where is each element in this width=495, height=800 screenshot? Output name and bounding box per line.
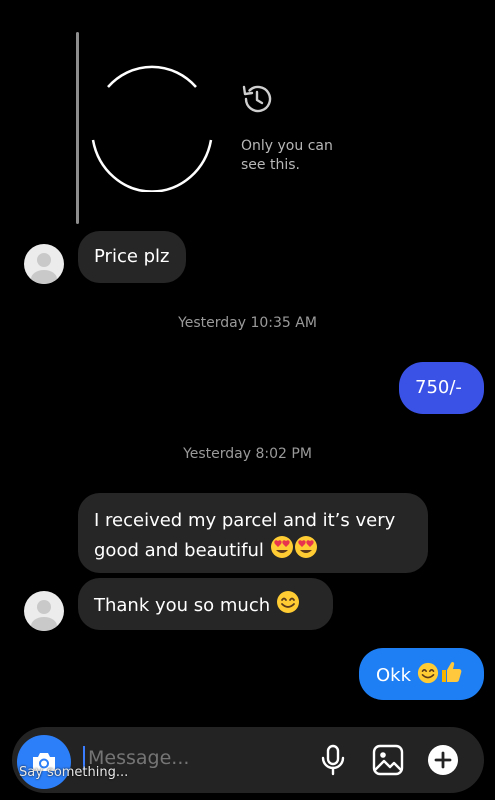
history-icon — [242, 85, 272, 113]
message-bubble-incoming[interactable]: Thank you so much — [78, 578, 333, 630]
message-bubble-incoming[interactable]: Price plz — [78, 231, 186, 283]
message-text: Price plz — [94, 246, 170, 267]
microphone-icon[interactable] — [316, 743, 350, 777]
message-text-line: I received my parcel and it’s very — [94, 510, 396, 531]
plus-icon[interactable] — [426, 743, 460, 777]
image-icon[interactable] — [371, 743, 405, 777]
say-something-overlay: Say something... — [19, 765, 129, 780]
message-bubble-incoming[interactable]: I received my parcel and it’s very good … — [78, 493, 428, 573]
story-preview[interactable] — [90, 62, 214, 192]
message-text: Okk — [376, 665, 412, 686]
story-reply-line — [76, 32, 79, 224]
message-text-line: good and beautiful — [94, 540, 264, 561]
timestamp: Yesterday 8:02 PM — [183, 446, 312, 462]
smiling-emoji-icon — [417, 662, 438, 684]
avatar[interactable] — [24, 244, 64, 284]
thumbs-up-emoji-icon — [441, 661, 462, 682]
heart-eyes-emoji-icon — [270, 536, 317, 558]
story-visibility-note: Only you can see this. — [241, 138, 333, 173]
camera-button[interactable] — [17, 735, 71, 789]
message-text: 750/- — [415, 377, 462, 398]
timestamp: Yesterday 10:35 AM — [178, 315, 317, 331]
message-bubble-outgoing[interactable]: 750/- — [399, 362, 484, 414]
smiling-emoji-icon — [276, 591, 299, 613]
message-bubble-outgoing[interactable]: Okk — [359, 648, 484, 700]
message-text: Thank you so much — [94, 595, 271, 616]
avatar[interactable] — [24, 591, 64, 631]
